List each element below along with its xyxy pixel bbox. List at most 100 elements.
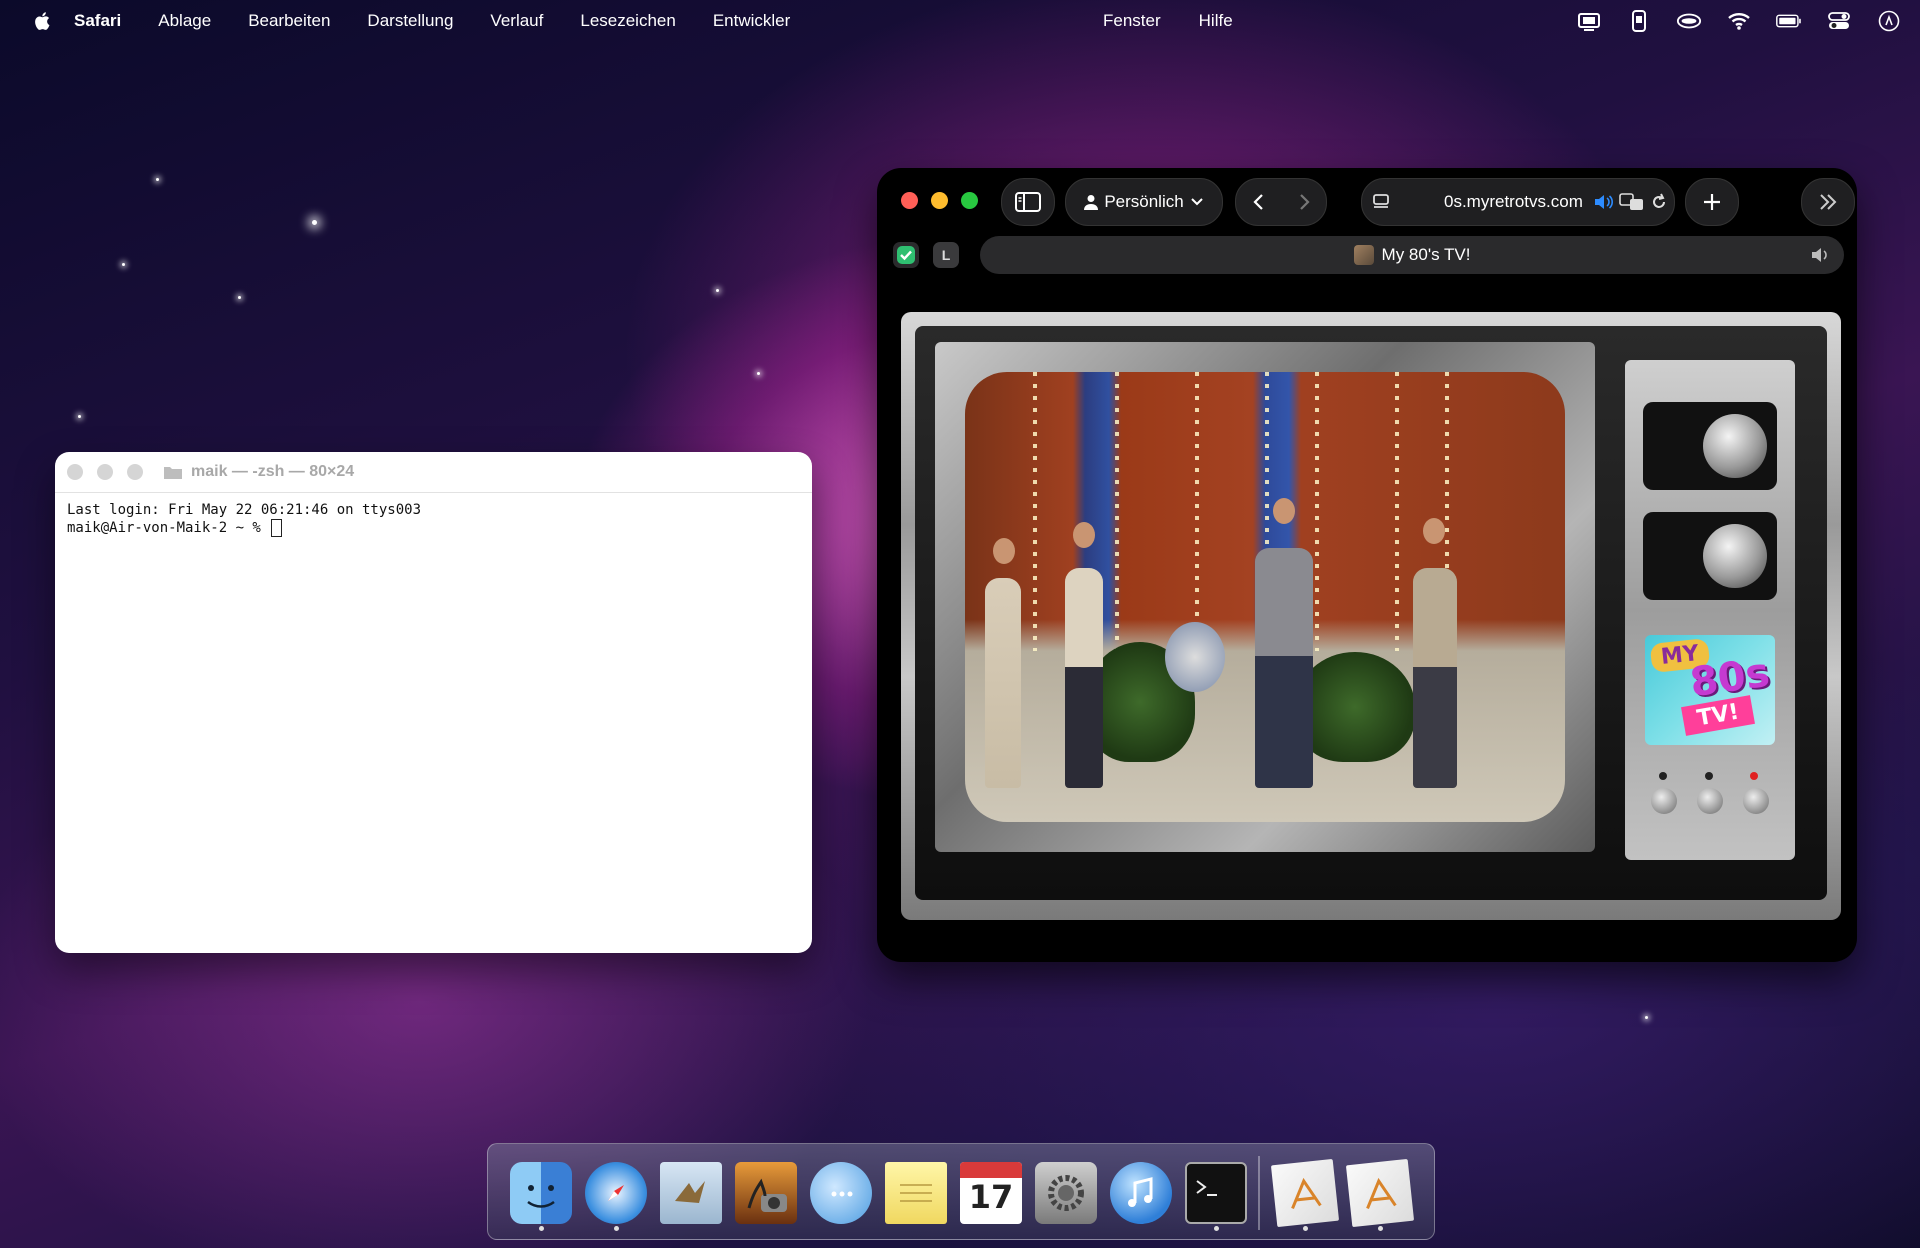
band-member	[1413, 568, 1457, 788]
extension-l-button[interactable]: L	[933, 242, 959, 268]
terminal-icon[interactable]	[1185, 1162, 1247, 1224]
running-indicator	[1303, 1226, 1308, 1231]
phone-icon[interactable]	[1626, 9, 1652, 33]
safari-icon[interactable]	[585, 1162, 647, 1224]
band-member	[1065, 568, 1103, 788]
terminal-content[interactable]: Last login: Fri May 22 06:21:46 on ttys0…	[55, 493, 812, 545]
wifi-icon[interactable]	[1726, 9, 1752, 33]
menu-verlauf[interactable]: Verlauf	[490, 11, 543, 31]
apple-icon[interactable]	[32, 10, 54, 32]
star	[238, 296, 241, 299]
tv-button[interactable]	[1651, 788, 1677, 814]
back-button[interactable]	[1252, 192, 1266, 212]
close-button[interactable]	[67, 464, 83, 480]
menu-hilfe[interactable]: Hilfe	[1199, 11, 1233, 31]
notes-icon[interactable]	[885, 1162, 947, 1224]
terminal-window[interactable]: maik — -zsh — 80×24 Last login: Fri May …	[55, 452, 812, 953]
running-indicator	[1378, 1226, 1383, 1231]
running-indicator	[539, 1226, 544, 1231]
dock: 17	[487, 1143, 1435, 1240]
mail-icon[interactable]	[660, 1162, 722, 1224]
menu-darstellung[interactable]: Darstellung	[367, 11, 453, 31]
terminal-title-text: maik — -zsh — 80×24	[191, 463, 355, 480]
control-center-icon[interactable]	[1826, 9, 1852, 33]
profile-button[interactable]: Persönlich	[1065, 178, 1223, 226]
extension-shield-button[interactable]	[893, 242, 919, 268]
finder-icon[interactable]	[510, 1162, 572, 1224]
profile-label: Persönlich	[1104, 192, 1184, 211]
menu-bar: Safari Ablage Bearbeiten Darstellung Ver…	[0, 0, 1920, 42]
tab-speaker-icon[interactable]	[1810, 246, 1832, 264]
tv-power-button[interactable]	[1743, 788, 1769, 814]
screen-mirroring-icon[interactable]	[1576, 9, 1602, 33]
terminal-line-prompt: maik@Air-von-Maik-2 ~ %	[67, 520, 270, 536]
page-menu-icon[interactable]	[1372, 193, 1394, 211]
sidebar-icon	[1015, 192, 1041, 212]
star	[716, 289, 719, 292]
dial-knob	[1703, 524, 1767, 588]
vision-icon[interactable]	[1676, 9, 1702, 33]
star	[156, 178, 159, 181]
stage-light	[1315, 372, 1319, 651]
stage-light	[1195, 372, 1199, 651]
running-indicator	[614, 1226, 619, 1231]
menu-ablage[interactable]: Ablage	[158, 11, 211, 31]
ical-header	[960, 1162, 1022, 1178]
stage-light	[1033, 372, 1037, 651]
tv-button[interactable]	[1697, 788, 1723, 814]
menu-bearbeiten[interactable]: Bearbeiten	[248, 11, 330, 31]
star	[1645, 1016, 1648, 1019]
menu-entwickler[interactable]: Entwickler	[713, 11, 790, 31]
tab-favicon	[1353, 245, 1374, 265]
user-icon[interactable]	[1876, 9, 1902, 33]
minimize-button[interactable]	[97, 464, 113, 480]
ical-date: 17	[968, 1178, 1014, 1216]
band-member-head	[993, 538, 1015, 564]
document-icon-1[interactable]	[1270, 1158, 1340, 1228]
tv-video-screen[interactable]	[965, 372, 1565, 822]
tab-my-80s-tv[interactable]: My 80's TV!	[980, 236, 1844, 274]
star	[122, 263, 125, 266]
tv-volume-dial[interactable]	[1643, 512, 1777, 600]
band-member-head	[1423, 518, 1445, 544]
star	[757, 372, 760, 375]
iphoto-icon[interactable]	[735, 1162, 797, 1224]
forward-button[interactable]	[1297, 192, 1311, 212]
menu-fenster[interactable]: Fenster	[1103, 11, 1161, 31]
new-tab-button[interactable]	[1685, 178, 1739, 226]
menu-lesezeichen[interactable]: Lesezeichen	[580, 11, 675, 31]
tv-button-row	[1651, 788, 1769, 814]
tv-power-led	[1750, 772, 1758, 780]
ichat-icon[interactable]	[810, 1162, 872, 1224]
speaker-icon[interactable]	[1593, 193, 1615, 211]
dock-separator	[1258, 1156, 1260, 1230]
band-member-head	[1073, 522, 1095, 548]
terminal-line-login: Last login: Fri May 22 06:21:46 on ttys0…	[67, 502, 422, 518]
close-button[interactable]	[901, 192, 918, 209]
document-icon-2[interactable]	[1345, 1158, 1415, 1228]
sidebar-toggle-button[interactable]	[1001, 178, 1055, 226]
address-bar[interactable]: 0s.myretrotvs.com	[1361, 178, 1675, 226]
url-text[interactable]: 0s.myretrotvs.com	[1444, 192, 1583, 212]
zoom-button[interactable]	[961, 192, 978, 209]
minimize-button[interactable]	[931, 192, 948, 209]
zoom-button[interactable]	[127, 464, 143, 480]
itunes-icon[interactable]	[1110, 1162, 1172, 1224]
safari-window[interactable]: Persönlich 0s.myretrotvs.com L My 80's T…	[877, 168, 1857, 962]
system-preferences-icon[interactable]	[1035, 1162, 1097, 1224]
ical-icon[interactable]: 17	[960, 1162, 1022, 1224]
tv-screen-frame	[935, 342, 1595, 852]
terminal-titlebar[interactable]: maik — -zsh — 80×24	[55, 452, 812, 493]
folder-icon	[164, 467, 182, 479]
tv-channel-dial[interactable]	[1643, 402, 1777, 490]
star	[312, 220, 317, 225]
stage-light	[1395, 372, 1399, 651]
menu-app-name[interactable]: Safari	[74, 11, 121, 31]
more-tabs-button[interactable]	[1801, 178, 1855, 226]
drum-kit	[1165, 622, 1225, 692]
battery-icon[interactable]	[1776, 9, 1802, 33]
person-icon	[1084, 195, 1099, 210]
tv-cabinet: MY 80s TV!	[915, 326, 1827, 900]
translate-icon[interactable]	[1619, 192, 1645, 212]
reload-icon[interactable]	[1649, 192, 1669, 212]
